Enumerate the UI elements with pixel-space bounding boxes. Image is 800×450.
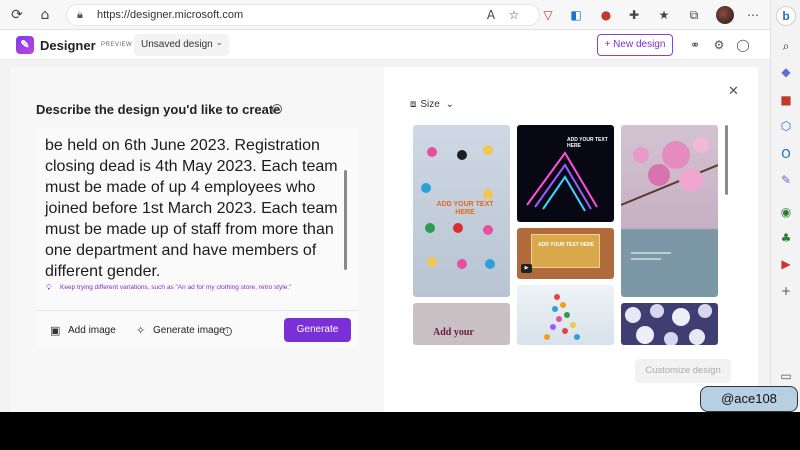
tile-text: ADD YOUR TEXT HERE (436, 201, 494, 216)
decor-dot (427, 147, 437, 157)
edge-sidebar: b ⌕ ◆ ■ ⬡ O ✎ ◉ ♣ ▶ + ▭ (770, 0, 800, 412)
drop-icon[interactable]: ✎ (778, 172, 794, 188)
size-icon: ⧈ (410, 99, 417, 110)
design-tile-neon[interactable]: ADD YOUR TEXT HERE (517, 125, 614, 222)
more-options-icon[interactable]: ⋯ (745, 7, 761, 23)
prompt-scrollbar-thumb[interactable] (344, 170, 347, 270)
prompt-text: be held on 6th June 2023. Registration c… (45, 137, 338, 280)
document-name-dropdown[interactable]: Unsaved design ⌄ (134, 34, 229, 56)
beads-graphic (544, 294, 580, 340)
tile-text: Add your (433, 327, 474, 338)
design-tile-pink[interactable]: Add your (413, 303, 510, 345)
document-name: Unsaved design (141, 39, 213, 50)
decor-dot (421, 183, 431, 193)
decor-dot (427, 257, 437, 267)
decor-dot (483, 189, 493, 199)
new-design-button[interactable]: + New design (597, 34, 673, 56)
decor-dot (457, 150, 467, 160)
extension-shield-icon[interactable]: ▽ (540, 7, 556, 23)
generate-button[interactable]: Generate (284, 318, 351, 342)
tile-text: ADD YOUR TEXT HERE (537, 242, 595, 248)
share-icon[interactable]: ⚭ (687, 37, 703, 53)
decor-dot (457, 259, 467, 269)
search-icon[interactable]: ⌕ (778, 38, 794, 54)
design-gallery-pane: ⧈ Size ⌄ ✕ ADD YOUR TEXT HERE ADD YOUR T… (384, 67, 758, 412)
lightbulb-icon: 💡︎ (46, 283, 52, 292)
design-tile-beads[interactable] (517, 285, 614, 345)
youtube-icon[interactable]: ▶ (778, 256, 794, 272)
sparkle-icon[interactable]: ✧ (136, 324, 145, 337)
outlook-icon[interactable]: O (778, 146, 794, 162)
favorites-icon[interactable]: ★ (656, 7, 672, 23)
design-tile-balls[interactable]: ADD YOUR TEXT HERE (413, 125, 510, 297)
floral-pattern-graphic (625, 304, 712, 345)
decor-dot (453, 223, 463, 233)
gallery-scrollbar-thumb[interactable] (725, 125, 728, 195)
design-dialog: Describe the design you'd like to create… (10, 67, 758, 412)
decor-dot (425, 223, 435, 233)
account-icon[interactable]: ◯ (735, 37, 751, 53)
customize-design-button[interactable]: Customize design (635, 359, 731, 383)
close-icon[interactable]: ✕ (728, 84, 739, 99)
size-label: Size (420, 99, 440, 110)
design-gallery: ADD YOUR TEXT HERE ADD YOUR TEXT HERE AD… (413, 125, 719, 345)
games-icon[interactable]: ◉ (778, 204, 794, 220)
design-tile-orange[interactable]: ADD YOUR TEXT HERE ▶ (517, 228, 614, 279)
shopping-tag-icon[interactable]: ◆ (778, 64, 794, 80)
collections-icon[interactable]: ⧉ (686, 7, 702, 23)
add-image-button[interactable]: Add image (68, 325, 116, 336)
decor-dot (483, 225, 493, 235)
screen: ⟳ ⌂ 🔒︎ https://designer.microsoft.com A … (0, 0, 800, 412)
app-header: ✎ Designer PREVIEW Unsaved design ⌄ + Ne… (0, 30, 770, 60)
info-icon[interactable]: i (272, 104, 282, 114)
preview-badge: PREVIEW (101, 42, 133, 48)
prompt-actions: ▣ Add image ✧ Generate image i Generate (36, 310, 358, 348)
app-title: Designer (40, 38, 96, 53)
video-icon: ▶ (521, 264, 532, 273)
microsoft-365-icon[interactable]: ⬡ (778, 118, 794, 134)
read-aloud-icon[interactable]: A (483, 7, 499, 23)
info-icon[interactable]: i (223, 327, 232, 336)
profile-avatar[interactable] (716, 6, 734, 24)
translate-icon[interactable]: ◧ (568, 7, 584, 23)
chevron-down-icon: ⌄ (215, 38, 223, 48)
refresh-icon[interactable]: ⟳ (8, 6, 26, 24)
prompt-title: Describe the design you'd like to create (36, 102, 281, 117)
address-bar[interactable]: 🔒︎ https://designer.microsoft.com (66, 4, 540, 26)
blossom-graphic (621, 137, 718, 260)
url-text: https://designer.microsoft.com (97, 9, 244, 21)
my-designs-icon[interactable]: ⚙ (711, 37, 727, 53)
browser-toolbar: ⟳ ⌂ 🔒︎ https://designer.microsoft.com A … (0, 0, 770, 30)
favorite-add-icon[interactable]: ☆ (506, 7, 522, 23)
design-tile-blossom[interactable] (621, 125, 718, 297)
prompt-pane: Describe the design you'd like to create… (10, 67, 384, 412)
tree-icon[interactable]: ♣ (778, 230, 794, 246)
design-tile-floral[interactable] (621, 303, 718, 345)
designer-logo-icon: ✎ (16, 36, 34, 54)
bing-chat-icon[interactable]: b (776, 6, 796, 26)
extension-record-icon[interactable]: ● (598, 7, 614, 23)
tile-card (531, 234, 600, 268)
decor-dot (483, 145, 493, 155)
size-dropdown[interactable]: ⧈ Size ⌄ (410, 99, 458, 110)
watermark-label: @ace108 (700, 386, 798, 412)
home-icon[interactable]: ⌂ (36, 6, 54, 24)
add-app-icon[interactable]: + (778, 283, 794, 299)
sidebar-layout-icon[interactable]: ▭ (778, 368, 794, 384)
chevron-down-icon: ⌄ (445, 99, 454, 110)
image-icon[interactable]: ▣ (50, 324, 60, 337)
extensions-icon[interactable]: ✚ (626, 7, 642, 23)
decor-dot (485, 259, 495, 269)
lock-icon: 🔒︎ (77, 8, 83, 21)
generate-image-button[interactable]: Generate image (153, 325, 225, 336)
tools-briefcase-icon[interactable]: ■ (778, 92, 794, 108)
tile-text: ADD YOUR TEXT HERE (567, 137, 608, 149)
prompt-hint: Keep trying different variations, such a… (60, 284, 292, 291)
